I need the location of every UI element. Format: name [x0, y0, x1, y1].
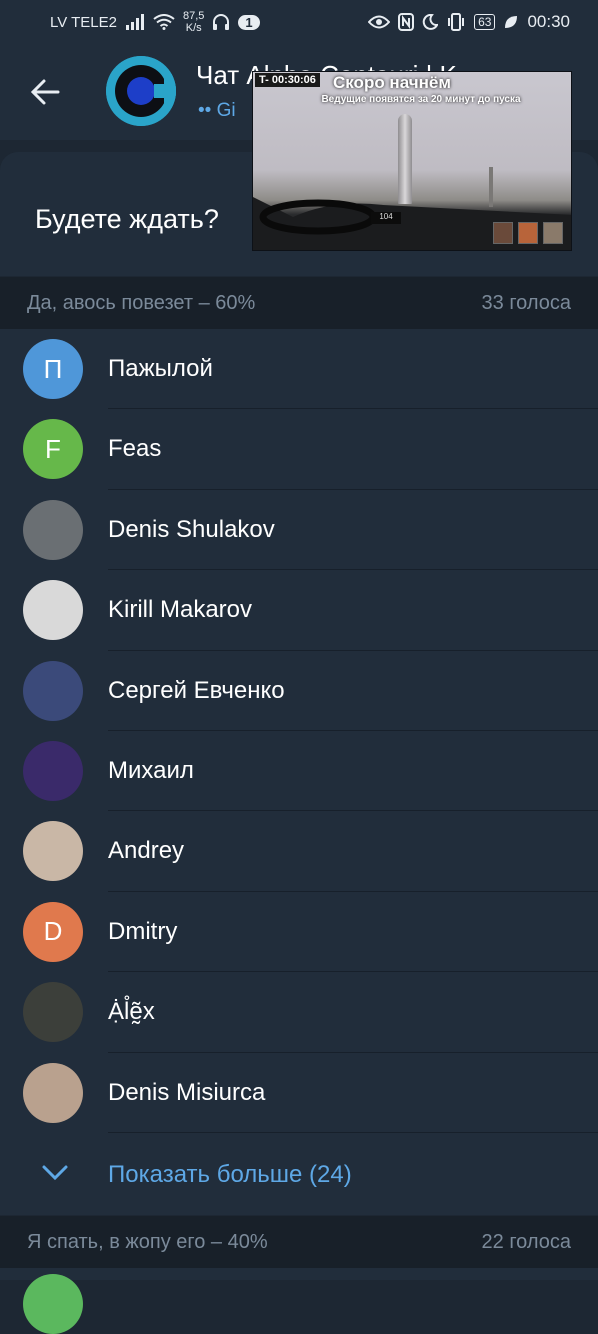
host-thumbnail [543, 222, 563, 244]
voter-name: Andrey [108, 837, 185, 865]
voter-row[interactable]: П Пажылой [0, 329, 598, 410]
chat-avatar[interactable] [106, 56, 176, 126]
signal-icon [126, 14, 144, 30]
status-bar: LV TELE2 87,5 K/s 1 63 00:30 [0, 0, 598, 44]
option-label: Я спать, в жопу его – 40% [27, 1230, 268, 1253]
avatar [23, 982, 83, 1043]
voter-list: П Пажылой F Feas Denis Shulakov Kirill Makaro… [0, 329, 598, 1215]
speed-unit: K/s [185, 22, 202, 34]
voter-name: Сергей Евченко [108, 676, 285, 704]
option-vote-count: 22 голоса [481, 1230, 571, 1253]
pip-video-player[interactable]: 104 T- 00:30:06 Скоро начнём Ведущие поя… [252, 71, 572, 251]
eye-icon [368, 15, 391, 29]
avatar-initial: F [45, 433, 61, 464]
avatar: D [23, 901, 83, 962]
voter-row[interactable]: D Dmitry [0, 891, 598, 973]
option-vote-count: 33 голоса [481, 291, 571, 314]
voter-name: Пажылой [108, 355, 213, 382]
avatar [23, 660, 83, 721]
avatar [23, 740, 83, 801]
voter-row[interactable]: Сергей Евченко [0, 650, 598, 731]
poll-option-header: Да, авось повезет – 60% 33 голоса [0, 277, 598, 329]
voter-name: Михаил [108, 756, 194, 784]
voter-name: Kirill Makarov [108, 596, 253, 624]
voter-name: Denis Misiurca [108, 1078, 266, 1106]
countdown-timer: T- 00:30:06 [255, 73, 320, 87]
voter-name: Denis Shulakov [108, 515, 275, 543]
clock: 00:30 [527, 12, 570, 31]
avatar [23, 580, 83, 641]
voter-row[interactable]: Kirill Makarov [0, 570, 598, 651]
stream-title: Скоро начнём [333, 73, 451, 92]
voter-row[interactable]: Andrey [0, 811, 598, 892]
voter-row[interactable]: Михаил [0, 730, 598, 812]
poll-option-header: Я спать, в жопу его – 40% 22 голоса [0, 1216, 598, 1268]
option-label: Да, авось повезет – 60% [27, 291, 256, 314]
vibrate-icon [448, 13, 465, 31]
voter-row[interactable]: F Feas [0, 409, 598, 490]
back-arrow-icon[interactable] [28, 74, 64, 110]
avatar-initial: П [43, 353, 63, 384]
host-thumbnail [493, 222, 513, 244]
speed-value: 87,5 [183, 10, 205, 22]
moon-icon [422, 14, 439, 30]
avatar: F [23, 419, 83, 480]
voter-list-peek [0, 1268, 598, 1334]
voter-name: Ạ̇l̊ḛ̃x [108, 998, 155, 1026]
show-more-label: Показать больше (24) [108, 1160, 352, 1188]
avatar: П [23, 339, 83, 399]
wifi-icon [153, 14, 175, 30]
chevron-down-icon [42, 1165, 68, 1181]
avatar [23, 499, 83, 560]
voter-name: Feas [108, 435, 162, 463]
headphones-icon [213, 14, 230, 30]
alpha-centauri-logo-icon [106, 56, 176, 126]
voter-name: Dmitry [108, 917, 178, 945]
stream-subtitle: Ведущие появятся за 20 минут до пуска [321, 94, 521, 105]
battery-indicator: 63 [474, 14, 496, 30]
chat-subtitle: •• Gi [198, 100, 236, 121]
network-speed: 87,5 K/s [183, 10, 204, 34]
carrier-label: LV TELE2 [50, 13, 117, 31]
voter-row[interactable]: Denis Misiurca [0, 1052, 598, 1133]
notification-count-badge: 1 [238, 14, 260, 30]
avatar-initial: D [43, 916, 63, 947]
poll-question: Будете ждать? [35, 204, 219, 234]
avatar [23, 821, 83, 882]
nfc-icon [398, 13, 415, 31]
voter-row[interactable]: Denis Shulakov [0, 489, 598, 571]
leaf-icon [505, 16, 518, 28]
host-thumbnail [518, 222, 538, 244]
rocket-image [398, 114, 412, 204]
avatar[interactable] [23, 1274, 83, 1334]
voter-row[interactable]: Ạ̇l̊ḛ̃x [0, 972, 598, 1053]
dashboard-gauge: 104 [371, 212, 401, 224]
avatar [23, 1062, 83, 1123]
show-more-button[interactable]: Показать больше (24) [0, 1132, 598, 1215]
